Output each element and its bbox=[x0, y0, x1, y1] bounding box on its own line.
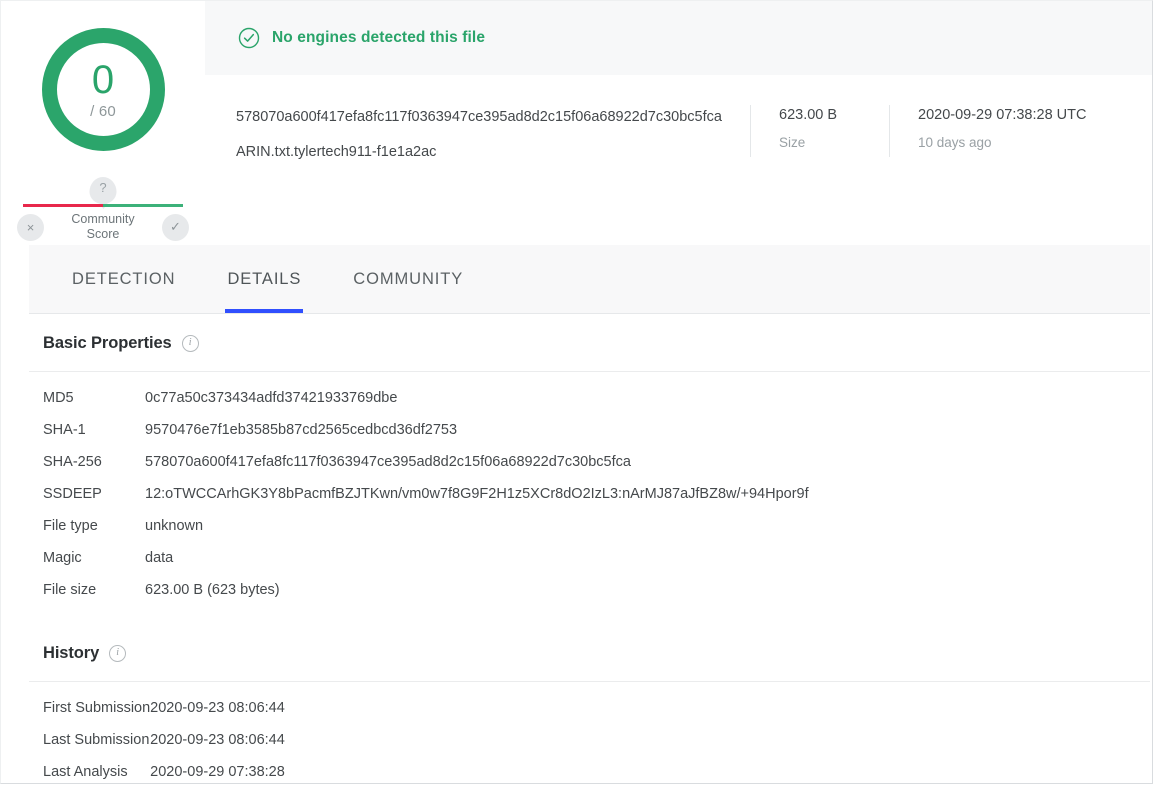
file-identity-block: 578070a600f417efa8fc117f0363947ce395ad8d… bbox=[205, 105, 750, 160]
detection-gauge-column: 0 / 60 ? × Community Score ✓ bbox=[1, 1, 205, 241]
property-key: SHA-256 bbox=[43, 454, 102, 470]
detection-score-total: / 60 bbox=[90, 102, 116, 120]
table-row: MD5 0c77a50c373434adfd37421933769dbe bbox=[29, 382, 1150, 414]
file-size-label: Size bbox=[779, 135, 806, 150]
table-row: File type unknown bbox=[29, 510, 1150, 542]
basic-properties-header: Basic Properties i bbox=[29, 314, 1150, 372]
report-tabs: DETECTION DETAILS COMMUNITY bbox=[29, 245, 1150, 313]
history-value: 2020-09-29 07:38:28 bbox=[150, 764, 285, 780]
property-key: SHA-1 bbox=[43, 422, 86, 438]
basic-properties-title: Basic Properties bbox=[43, 334, 172, 352]
file-info-column: No engines detected this file 578070a600… bbox=[205, 1, 1152, 160]
property-value: data bbox=[145, 550, 174, 566]
community-score-bar-negative bbox=[23, 204, 103, 207]
property-key: MD5 bbox=[43, 390, 74, 406]
community-score-label: Community Score bbox=[44, 212, 162, 242]
table-row: Last Submission 2020-09-23 08:06:44 bbox=[29, 724, 1150, 756]
table-row: SSDEEP 12:oTWCCArhGK3Y8bPacmfBZJTKwn/vm0… bbox=[29, 478, 1150, 510]
property-value: unknown bbox=[145, 518, 204, 534]
report-header: 0 / 60 ? × Community Score ✓ No engines … bbox=[1, 1, 1152, 245]
check-icon: ✓ bbox=[170, 219, 181, 234]
file-size-value: 623.00 B bbox=[779, 107, 838, 123]
history-value: 2020-09-23 08:06:44 bbox=[150, 700, 285, 716]
table-row: First Submission 2020-09-23 08:06:44 bbox=[29, 692, 1150, 724]
history-title: History bbox=[43, 644, 100, 662]
property-value: 9570476e7f1eb3585b87cd2565cedbcd36df2753 bbox=[145, 422, 458, 438]
history-section: History i First Submission 2020-09-23 08… bbox=[29, 624, 1150, 788]
info-icon[interactable]: i bbox=[109, 645, 127, 662]
virustotal-file-report-page: 0 / 60 ? × Community Score ✓ No engines … bbox=[0, 0, 1153, 784]
property-value: 0c77a50c373434adfd37421933769dbe bbox=[145, 390, 398, 406]
detection-verdict-text: No engines detected this file bbox=[272, 29, 486, 46]
property-value: 578070a600f417efa8fc117f0363947ce395ad8d… bbox=[145, 454, 631, 470]
history-key: Last Analysis bbox=[43, 764, 128, 780]
file-name: ARIN.txt.tylertech911-f1e1a2ac bbox=[236, 144, 437, 160]
file-sha256: 578070a600f417efa8fc117f0363947ce395ad8d… bbox=[236, 109, 722, 125]
file-size-cell: 623.00 B Size bbox=[750, 105, 889, 157]
history-key: Last Submission bbox=[43, 732, 150, 748]
community-vote-down-button[interactable]: × bbox=[17, 213, 44, 241]
community-score-bar-positive bbox=[103, 204, 183, 207]
basic-properties-section: Basic Properties i MD5 0c77a50c373434adf… bbox=[29, 314, 1150, 606]
table-row: Last Analysis 2020-09-29 07:38:28 bbox=[29, 756, 1150, 788]
community-score-label-line2: Score bbox=[86, 227, 120, 241]
basic-properties-table: MD5 0c77a50c373434adfd37421933769dbe SHA… bbox=[29, 382, 1150, 606]
detection-score-value: 0 bbox=[91, 57, 115, 102]
community-score-pin: ? bbox=[89, 177, 117, 204]
table-row: SHA-256 578070a600f417efa8fc117f0363947c… bbox=[29, 446, 1150, 478]
check-circle-icon bbox=[238, 27, 260, 49]
tab-details[interactable]: DETAILS bbox=[225, 245, 304, 313]
property-key: File type bbox=[43, 518, 98, 534]
table-row: File size 623.00 B (623 bytes) bbox=[29, 574, 1150, 606]
history-table: First Submission 2020-09-23 08:06:44 Las… bbox=[29, 692, 1150, 788]
community-score-controls: × Community Score ✓ bbox=[17, 212, 189, 242]
detection-donut-chart: 0 / 60 bbox=[37, 23, 170, 156]
report-tabbar: DETECTION DETAILS COMMUNITY bbox=[29, 245, 1150, 314]
close-icon: × bbox=[26, 219, 35, 235]
community-vote-up-button[interactable]: ✓ bbox=[162, 213, 189, 241]
tab-community[interactable]: COMMUNITY bbox=[351, 245, 465, 313]
detection-verdict-banner: No engines detected this file bbox=[205, 1, 1152, 75]
community-score-widget: ? × Community Score ✓ bbox=[17, 172, 189, 241]
property-key: File size bbox=[43, 582, 97, 598]
table-row: SHA-1 9570476e7f1eb3585b87cd2565cedbcd36… bbox=[29, 414, 1150, 446]
history-header: History i bbox=[29, 624, 1150, 682]
last-analysis-cell: 2020-09-29 07:38:28 UTC 10 days ago bbox=[889, 105, 1086, 157]
property-value: 12:oTWCCArhGK3Y8bPacmfBZJTKwn/vm0w7f8G9F… bbox=[145, 486, 809, 502]
property-key: SSDEEP bbox=[43, 486, 102, 502]
community-score-bar bbox=[23, 204, 183, 207]
history-value: 2020-09-23 08:06:44 bbox=[150, 732, 285, 748]
donut-center-labels: 0 / 60 bbox=[37, 23, 170, 156]
info-icon[interactable]: i bbox=[181, 335, 199, 352]
property-value: 623.00 B (623 bytes) bbox=[145, 582, 280, 598]
property-key: Magic bbox=[43, 550, 82, 566]
last-analysis-date: 2020-09-29 07:38:28 UTC bbox=[918, 107, 1087, 123]
history-key: First Submission bbox=[43, 700, 151, 716]
community-score-label-line1: Community bbox=[71, 212, 135, 226]
community-score-pin-glyph: ? bbox=[99, 180, 107, 195]
table-row: Magic data bbox=[29, 542, 1150, 574]
last-analysis-relative: 10 days ago bbox=[918, 135, 992, 150]
file-meta-row: 578070a600f417efa8fc117f0363947ce395ad8d… bbox=[205, 75, 1152, 160]
tab-detection[interactable]: DETECTION bbox=[70, 245, 177, 313]
